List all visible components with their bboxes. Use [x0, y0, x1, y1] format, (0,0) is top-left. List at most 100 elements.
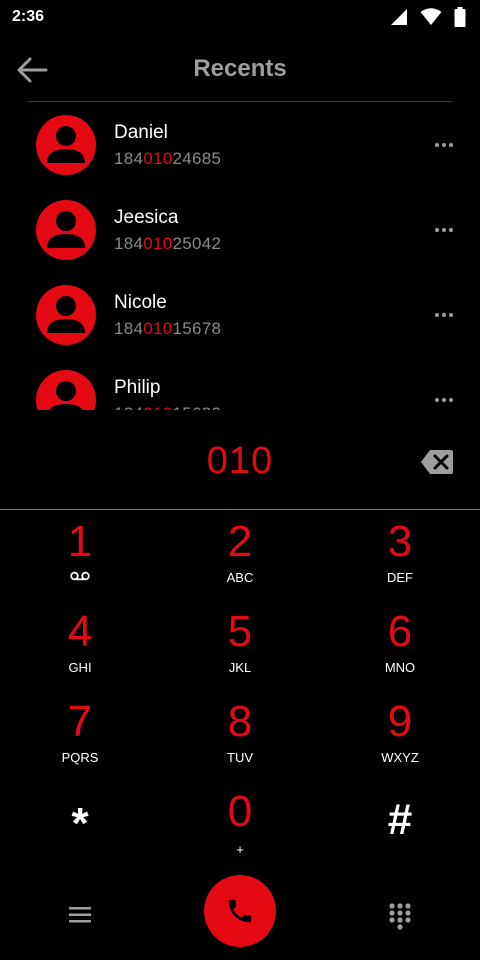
- key-hash[interactable]: #: [320, 780, 480, 870]
- number-prefix: 184: [114, 319, 144, 338]
- key-digit: 6: [387, 607, 413, 656]
- key-digit: *: [71, 799, 89, 848]
- menu-icon: [69, 907, 91, 923]
- call-button[interactable]: [204, 875, 276, 947]
- key-digit: 5: [227, 607, 253, 656]
- more-dot-icon: [435, 313, 439, 317]
- number-prefix: 184: [114, 404, 143, 410]
- contact-number: 18401015680: [114, 404, 221, 410]
- key-digit: 0: [227, 787, 253, 836]
- key-2[interactable]: 2 ABC: [160, 510, 320, 600]
- menu-button[interactable]: [66, 904, 94, 926]
- recents-list: Daniel 18401024685 Jeesica 18401025042 N…: [0, 102, 480, 410]
- more-options-button[interactable]: [432, 220, 456, 240]
- key-0[interactable]: 0 +: [160, 780, 320, 870]
- key-letters: MNO: [384, 660, 416, 675]
- avatar: [36, 200, 96, 260]
- number-suffix: 15678: [172, 319, 222, 338]
- contact-name: Jeesica: [114, 207, 179, 228]
- battery-icon: [454, 7, 466, 27]
- status-icons: [390, 7, 466, 27]
- key-letters: DEF: [387, 570, 413, 585]
- key-letters: PQRS: [61, 750, 99, 765]
- voicemail-icon: [70, 571, 90, 581]
- contact-name: Philip: [114, 377, 161, 398]
- number-suffix: 15680: [173, 404, 222, 410]
- key-5[interactable]: 5 JKL: [160, 600, 320, 690]
- contact-number: 18401024685: [114, 149, 221, 169]
- number-suffix: 25042: [172, 234, 222, 253]
- dialpad-toggle-button[interactable]: [388, 902, 412, 930]
- more-dot-icon: [442, 313, 446, 317]
- contact-name: Nicole: [114, 292, 167, 313]
- number-prefix: 184: [114, 234, 144, 253]
- key-letters: JKL: [228, 660, 252, 675]
- contact-row[interactable]: Philip 18401015680: [0, 357, 480, 410]
- contact-number: 18401025042: [114, 234, 221, 254]
- cellular-signal-icon: [391, 9, 407, 25]
- more-dot-icon: [442, 398, 446, 402]
- person-icon: [49, 381, 83, 410]
- more-dot-icon: [449, 313, 453, 317]
- more-dot-icon: [449, 228, 453, 232]
- status-bar: 2:36: [0, 0, 480, 34]
- wifi-icon: [420, 8, 442, 25]
- more-dot-icon: [449, 398, 453, 402]
- key-3[interactable]: 3 DEF: [320, 510, 480, 600]
- bottom-action-bar: [0, 870, 480, 960]
- key-letters: TUV: [227, 750, 253, 765]
- more-dot-icon: [435, 228, 439, 232]
- dialpad-icon: [389, 903, 411, 930]
- avatar: [36, 285, 96, 345]
- number-match: 010: [143, 149, 173, 168]
- key-digit: 8: [227, 697, 253, 746]
- phone-icon: [228, 899, 252, 923]
- app-bar: Recents: [0, 34, 480, 102]
- key-digit: 2: [227, 517, 253, 566]
- more-dot-icon: [442, 143, 446, 147]
- more-dot-icon: [449, 143, 453, 147]
- key-digit: #: [387, 795, 413, 844]
- more-options-button[interactable]: [432, 390, 456, 410]
- key-4[interactable]: 4 GHI: [0, 600, 160, 690]
- number-match: 010: [143, 234, 173, 253]
- key-6[interactable]: 6 MNO: [320, 600, 480, 690]
- number-prefix: 184: [114, 149, 144, 168]
- contact-number: 18401015678: [114, 319, 221, 339]
- key-digit: 3: [387, 517, 413, 566]
- key-letters: ABC: [226, 570, 254, 585]
- key-digit: 4: [67, 607, 93, 656]
- person-icon: [47, 126, 85, 163]
- number-suffix: 24685: [172, 149, 222, 168]
- person-icon: [47, 211, 85, 248]
- key-digit: 1: [67, 517, 93, 566]
- more-dot-icon: [442, 228, 446, 232]
- more-dot-icon: [435, 398, 439, 402]
- key-digit: 9: [387, 697, 413, 746]
- key-8[interactable]: 8 TUV: [160, 690, 320, 780]
- more-options-button[interactable]: [432, 135, 456, 155]
- key-letters: GHI: [68, 660, 92, 675]
- page-title: Recents: [193, 55, 287, 82]
- key-digit: 7: [67, 697, 93, 746]
- number-match: 010: [143, 319, 173, 338]
- contact-row[interactable]: Daniel 18401024685: [0, 102, 480, 187]
- key-letters: +: [236, 842, 244, 857]
- keypad: 1 2 ABC 3 DEF 4 GHI 5 JKL 6 MNO 7 PQRS 8…: [0, 510, 480, 870]
- contact-row[interactable]: Nicole 18401015678: [0, 272, 480, 357]
- number-match: 010: [143, 404, 172, 410]
- backspace-button[interactable]: [420, 449, 454, 475]
- person-icon: [47, 296, 85, 333]
- more-options-button[interactable]: [432, 305, 456, 325]
- more-dot-icon: [435, 143, 439, 147]
- key-1[interactable]: 1: [0, 510, 160, 600]
- dialed-digits-field[interactable]: 010: [0, 440, 480, 483]
- contact-name: Daniel: [114, 122, 168, 143]
- key-star[interactable]: *: [0, 780, 160, 870]
- key-letters: WXYZ: [381, 750, 419, 765]
- key-9[interactable]: 9 WXYZ: [320, 690, 480, 780]
- backspace-icon: [421, 450, 453, 474]
- key-7[interactable]: 7 PQRS: [0, 690, 160, 780]
- contact-row[interactable]: Jeesica 18401025042: [0, 187, 480, 272]
- avatar: [36, 115, 96, 175]
